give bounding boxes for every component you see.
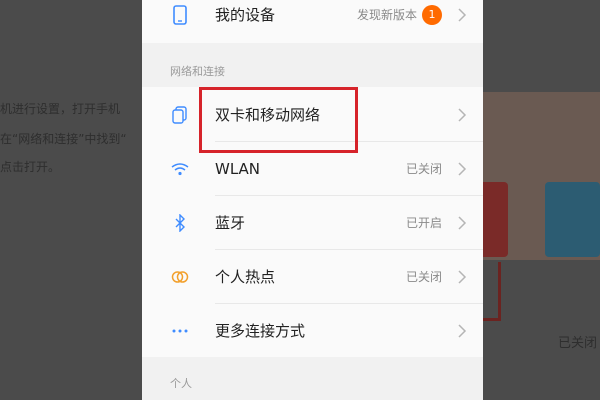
personal-section-header: 个人	[142, 357, 483, 400]
background-app-tile-teal	[545, 182, 600, 257]
new-version-status: 发现新版本	[356, 8, 417, 22]
hotspot-label: 个人热点	[215, 268, 276, 286]
chevron-right-icon	[458, 7, 467, 22]
bluetooth-status: 已开启	[405, 216, 442, 230]
personal-section-title: 个人	[170, 377, 192, 390]
more-dots-icon	[170, 321, 190, 341]
background-status-text: 已关闭	[558, 336, 598, 351]
chevron-right-icon	[458, 269, 467, 284]
network-section-header: 网络和连接	[142, 43, 483, 87]
hotspot-row[interactable]: 个人热点 已关闭	[142, 250, 483, 303]
more-connections-row[interactable]: 更多连接方式	[142, 304, 483, 357]
network-section-title: 网络和连接	[170, 65, 225, 78]
background-article-line-1: 机进行设置，打开手机	[0, 102, 121, 116]
bluetooth-icon	[170, 213, 190, 233]
phone-icon	[170, 4, 190, 25]
chevron-right-icon	[458, 323, 467, 338]
update-badge: 1	[422, 4, 442, 25]
wlan-label: WLAN	[215, 159, 261, 178]
settings-panel: 我的设备 发现新版本 1 网络和连接 双卡和移动网络 WLAN 已关闭 蓝牙 已…	[142, 0, 483, 400]
wifi-icon	[170, 159, 190, 179]
chevron-right-icon	[458, 107, 467, 122]
dual-sim-icon	[170, 105, 190, 125]
bluetooth-row[interactable]: 蓝牙 已开启	[142, 196, 483, 249]
more-connections-label: 更多连接方式	[215, 322, 306, 340]
chevron-right-icon	[458, 215, 467, 230]
bluetooth-label: 蓝牙	[215, 214, 246, 232]
chevron-right-icon	[458, 161, 467, 176]
my-device-label: 我的设备	[215, 6, 276, 24]
highlight-box	[199, 87, 358, 153]
background-article-line-3: 点击打开。	[0, 160, 61, 174]
hotspot-status: 已关闭	[405, 270, 442, 284]
background-article-line-2: 在“网络和连接”中找到“	[0, 132, 127, 146]
wlan-status: 已关闭	[405, 162, 442, 176]
hotspot-icon	[170, 267, 190, 287]
my-device-row[interactable]: 我的设备 发现新版本 1	[142, 0, 483, 41]
